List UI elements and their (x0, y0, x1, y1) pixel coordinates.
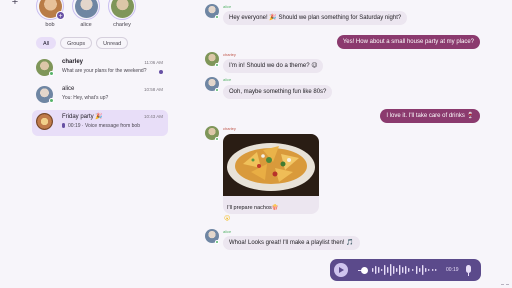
sender-name: alice (223, 77, 232, 82)
microphone-icon[interactable] (466, 265, 471, 273)
image-message[interactable]: I'll prepare nachos🍿 (223, 134, 319, 214)
scrubber-handle[interactable] (361, 266, 368, 274)
message-bubble[interactable]: I'm in! Should we do a theme? 😉 (223, 59, 324, 73)
message-bubble[interactable]: Ooh, maybe something fun like 80s? (223, 85, 333, 99)
chat-item-alice[interactable]: alice 10:58 AM You: Hey, what's up? (32, 83, 168, 109)
microphone-icon (62, 123, 65, 128)
chat-list: charley 11:06 AM What are your plans for… (32, 56, 168, 137)
online-indicator (215, 63, 219, 67)
story-bob[interactable]: + bob (36, 0, 65, 32)
filter-unread[interactable]: Unread (96, 37, 129, 49)
avatar (110, 0, 134, 18)
story-label: charley (113, 22, 131, 28)
chat-filters: All Groups Unread (36, 37, 129, 49)
chat-item-friday-party[interactable]: Friday party 🎉 10:43 AM 00:19 · Voice me… (32, 110, 168, 136)
sender-name: alice (223, 4, 232, 9)
online-indicator (49, 71, 54, 76)
online-indicator (215, 88, 219, 92)
reaction-emoji[interactable]: 😮 (224, 215, 234, 224)
chat-sidebar: + + bob alice charley All Groups Unread (0, 0, 176, 288)
sender-name: alice (223, 229, 232, 234)
add-story-icon[interactable]: + (56, 11, 65, 20)
waveform[interactable] (372, 263, 442, 277)
story-alice[interactable]: alice (72, 0, 100, 32)
avatar (74, 0, 98, 18)
voice-duration: 00:19 (446, 267, 459, 273)
chat-time: 11:06 AM (144, 60, 163, 65)
online-indicator (215, 240, 219, 244)
story-charley[interactable]: charley (108, 0, 136, 32)
chat-time: 10:43 AM (143, 114, 163, 119)
conversation-pane: alice Hey everyone! 🎉 Should we plan som… (180, 0, 512, 288)
chat-preview: What are your plans for the weekend? (62, 68, 147, 74)
unread-indicator (159, 70, 163, 74)
message-bubble[interactable]: Yes! How about a small house party at my… (336, 35, 480, 49)
message-bubble[interactable]: Hey everyone! 🎉 Should we plan something… (223, 11, 408, 25)
story-label: alice (80, 22, 92, 28)
filter-groups[interactable]: Groups (60, 37, 93, 49)
plus-icon[interactable]: + (9, 0, 21, 9)
stories-row: + bob alice charley (36, 0, 136, 32)
message-text: I'll prepare nachos🍿 (227, 205, 279, 211)
play-icon (339, 267, 344, 273)
online-indicator (215, 15, 219, 19)
chat-preview: 00:19 · Voice message from bob (68, 123, 140, 129)
chat-item-charley[interactable]: charley 11:06 AM What are your plans for… (32, 56, 168, 82)
chat-time: 10:58 AM (143, 87, 163, 92)
voice-message-composer: 00:19 (330, 259, 481, 281)
sender-name: charley (223, 52, 236, 57)
online-indicator (215, 137, 219, 141)
chat-preview: You: Hey, what's up? (62, 95, 109, 101)
story-label: bob (45, 22, 55, 28)
message-bubble[interactable]: I love it. I'll take care of drinks 🍷 (380, 109, 480, 123)
sender-name: charley (223, 126, 236, 131)
message-bubble[interactable]: Whoa! Looks great! I'll make a playlist … (223, 236, 360, 250)
online-indicator (49, 98, 54, 103)
avatar (36, 113, 53, 130)
resize-handle[interactable] (501, 284, 509, 286)
nachos-photo[interactable] (223, 134, 319, 196)
play-button[interactable] (334, 263, 348, 277)
filter-all[interactable]: All (36, 37, 57, 49)
